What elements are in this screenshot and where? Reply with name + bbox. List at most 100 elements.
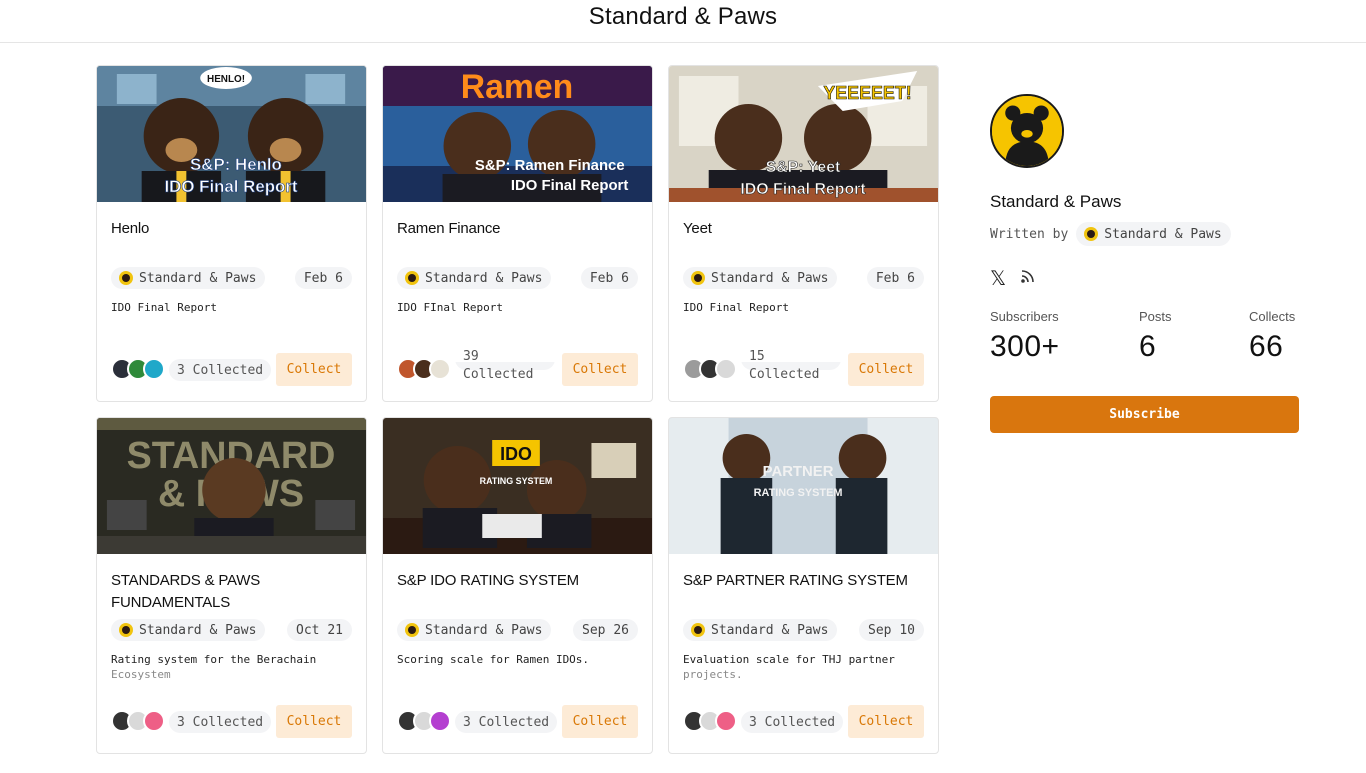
post-title[interactable]: S&P IDO RATING SYSTEM: [397, 570, 642, 592]
post-description: Evaluation scale for THJ partner projects…: [683, 652, 928, 682]
post-card[interactable]: HENLO! S&P: Henlo IDO Final Report Henlo…: [96, 65, 367, 402]
desc-line: Rating system for the Berachain: [111, 653, 317, 666]
collector-avatars: [111, 710, 165, 732]
thumb-bubble-text: YEEEEET!: [823, 83, 911, 103]
bear-avatar-icon: [691, 623, 705, 637]
post-card[interactable]: YEEEEET! S&P: Yeet IDO Final Report Yeet…: [668, 65, 939, 402]
post-date: Sep 26: [573, 619, 638, 641]
post-date: Oct 21: [287, 619, 352, 641]
bear-avatar-icon: [119, 623, 133, 637]
author-chip[interactable]: Standard & Paws: [1076, 222, 1231, 246]
bear-avatar-icon: [405, 623, 419, 637]
stat-label: Subscribers: [990, 309, 1059, 324]
thumb-line1: S&P: Ramen Finance: [475, 157, 625, 174]
post-card[interactable]: Ramen S&P: Ramen Finance IDO Final Repor…: [382, 65, 653, 402]
collector-avatar: [715, 358, 737, 380]
author-name: Standard & Paws: [711, 622, 829, 638]
collect-button[interactable]: Collect: [848, 705, 924, 738]
collected-count: 39 Collected: [455, 348, 555, 382]
post-title[interactable]: Ramen Finance: [397, 218, 642, 240]
stat-value: 66: [1249, 330, 1284, 363]
thumb-line1: S&P: Yeet: [766, 159, 841, 176]
author-chip[interactable]: Standard & Paws: [111, 619, 266, 641]
author-name: Standard & Paws: [1104, 226, 1222, 242]
collected-count: 3 Collected: [455, 711, 558, 733]
post-thumbnail: PARTNER RATING SYSTEM: [669, 418, 938, 554]
desc-line: IDO Final Report: [683, 301, 789, 314]
post-thumbnail: YEEEEET! S&P: Yeet IDO Final Report: [669, 66, 938, 202]
collector-avatars: [683, 710, 737, 732]
collect-button[interactable]: Collect: [276, 353, 352, 386]
post-card[interactable]: STANDARD & PAWS STANDARDS & PAWS FUNDAME…: [96, 417, 367, 754]
collected-count: 3 Collected: [169, 359, 272, 381]
subscribe-button[interactable]: Subscribe: [990, 396, 1299, 433]
collect-button[interactable]: Collect: [562, 705, 638, 738]
thumb-line2: RATING SYSTEM: [754, 487, 843, 499]
publication-sidebar: Standard & Paws Written by Standard & Pa…: [990, 94, 1299, 433]
written-by: Written by Standard & Paws: [990, 222, 1231, 246]
bear-avatar-icon: [405, 271, 419, 285]
author-chip[interactable]: Standard & Paws: [683, 619, 838, 641]
thumb-line2: IDO Final Report: [511, 177, 628, 194]
stat-posts: Posts 6: [1139, 309, 1172, 364]
collector-avatars: [111, 358, 165, 380]
collector-avatar: [143, 710, 165, 732]
thumb-bubble-text: HENLO!: [207, 74, 245, 85]
post-description: IDO Final Report: [111, 300, 356, 315]
publication-avatar: [990, 94, 1064, 168]
author-name: Standard & Paws: [425, 622, 543, 638]
desc-line-2: Ecosystem: [111, 668, 171, 681]
collected-count: 15 Collected: [741, 348, 841, 382]
social-links: 𝕏: [990, 266, 1036, 291]
post-description: IDO FInal Report: [397, 300, 642, 315]
collector-avatar: [429, 710, 451, 732]
bear-avatar-icon: [119, 271, 133, 285]
author-name: Standard & Paws: [139, 270, 257, 286]
author-chip[interactable]: Standard & Paws: [397, 619, 552, 641]
author-chip[interactable]: Standard & Paws: [397, 267, 552, 289]
collect-button[interactable]: Collect: [848, 353, 924, 386]
thumb-line2: IDO Final Report: [165, 177, 298, 196]
desc-line: IDO Final Report: [111, 301, 217, 314]
collector-avatar: [429, 358, 451, 380]
author-chip[interactable]: Standard & Paws: [683, 267, 838, 289]
collector-avatars: [397, 358, 451, 380]
desc-line: Scoring scale for Ramen IDOs.: [397, 653, 590, 666]
post-thumbnail: IDO RATING SYSTEM: [383, 418, 652, 554]
post-title[interactable]: Yeet: [683, 218, 928, 240]
author-name: Standard & Paws: [425, 270, 543, 286]
thumb-line1: IDO: [500, 444, 532, 464]
author-name: Standard & Paws: [139, 622, 257, 638]
post-title[interactable]: Henlo: [111, 218, 356, 240]
publication-name: Standard & Paws: [990, 192, 1122, 211]
collector-avatars: [683, 358, 737, 380]
bear-avatar-icon: [1084, 227, 1099, 241]
author-chip[interactable]: Standard & Paws: [111, 267, 266, 289]
desc-line: Evaluation scale for THJ partner: [683, 653, 895, 666]
collect-button[interactable]: Collect: [562, 353, 638, 386]
post-thumbnail: STANDARD & PAWS: [97, 418, 366, 554]
author-name: Standard & Paws: [711, 270, 829, 286]
written-by-label: Written by: [990, 226, 1069, 242]
post-description: Scoring scale for Ramen IDOs.: [397, 652, 642, 667]
post-date: Feb 6: [294, 267, 352, 289]
rss-icon[interactable]: [1020, 267, 1036, 290]
post-description: Rating system for the Berachain Ecosystem: [111, 652, 356, 682]
top-bar: Standard & Paws: [0, 0, 1366, 43]
post-date: Feb 6: [580, 267, 638, 289]
collected-count: 3 Collected: [169, 711, 272, 733]
stat-subscribers: Subscribers 300+: [990, 309, 1060, 364]
post-card[interactable]: PARTNER RATING SYSTEM S&P PARTNER RATING…: [668, 417, 939, 754]
thumb-line2: RATING SYSTEM: [480, 476, 553, 486]
post-title[interactable]: S&P PARTNER RATING SYSTEM: [683, 570, 928, 592]
bear-avatar-icon: [691, 271, 705, 285]
thumb-bubble-text: Ramen: [461, 68, 573, 106]
post-date: Sep 10: [859, 619, 924, 641]
collect-button[interactable]: Collect: [276, 705, 352, 738]
post-card[interactable]: IDO RATING SYSTEM S&P IDO RATING SYSTEM …: [382, 417, 653, 754]
x-icon[interactable]: 𝕏: [990, 266, 1006, 291]
page-title: Standard & Paws: [588, 3, 778, 30]
collected-count: 3 Collected: [741, 711, 844, 733]
collector-avatar: [143, 358, 165, 380]
post-title[interactable]: STANDARDS & PAWS FUNDAMENTALS: [111, 570, 356, 614]
